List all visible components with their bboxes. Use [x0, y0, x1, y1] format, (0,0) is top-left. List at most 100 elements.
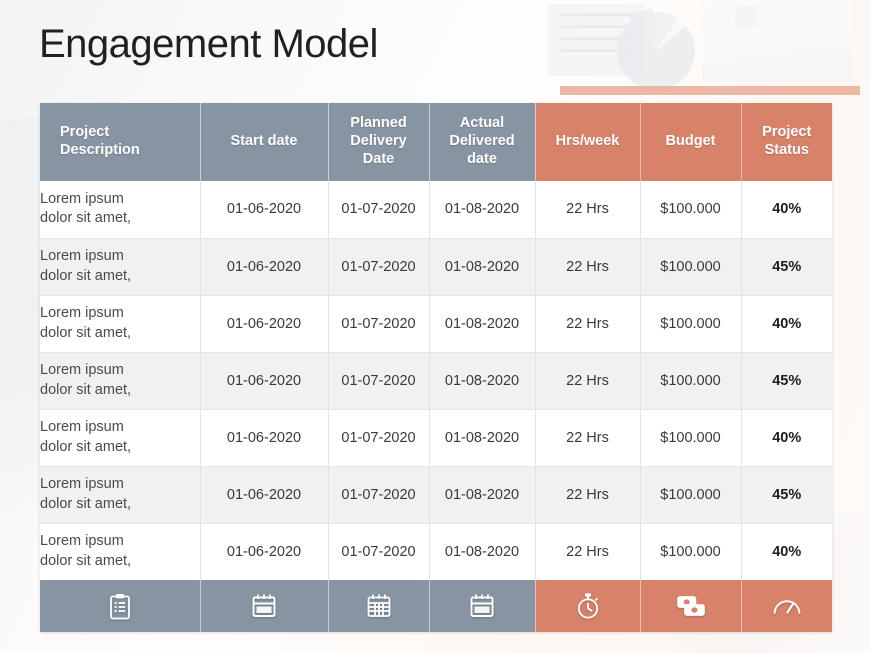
- cell-planned-delivery-date: 01-07-2020: [328, 295, 430, 353]
- footer-icon-cell-calendar-2[interactable]: [429, 580, 536, 632]
- page-title: Engagement Model: [39, 22, 378, 66]
- header-line-2: Status: [764, 142, 809, 158]
- cell-hrs-per-week: 22 Hrs: [535, 352, 641, 410]
- cell-planned-delivery-date: 01-07-2020: [328, 466, 430, 524]
- calendar-icon: [252, 594, 276, 617]
- engagement-model-table: Project Description Start date Planned D…: [40, 103, 832, 632]
- cell-project-description: Lorem ipsum dolor sit amet,: [40, 352, 201, 410]
- calendar-grid-icon: [367, 594, 390, 617]
- cell-project-description: Lorem ipsum dolor sit amet,: [40, 466, 201, 524]
- cell-planned-delivery-date: 01-07-2020: [328, 238, 430, 296]
- cell-budget: $100.000: [640, 466, 742, 524]
- cell-project-description: Lorem ipsum dolor sit amet,: [40, 295, 201, 353]
- money-stack-icon: [676, 595, 705, 616]
- cell-budget: $100.000: [640, 523, 742, 580]
- header-line-2: Delivery: [350, 133, 407, 150]
- column-header-actual-delivered-date[interactable]: Actual Delivered date: [429, 103, 536, 181]
- engagement-table-container: Project Description Start date Planned D…: [40, 103, 832, 632]
- table-row: Lorem ipsum dolor sit amet, 01-06-2020 01-0…: [40, 352, 832, 410]
- cell-actual-delivered-date: 01-08-2020: [429, 466, 536, 524]
- table-body: Lorem ipsum dolor sit amet, 01-06-2020 01-0…: [40, 181, 832, 580]
- cell-hrs-per-week: 22 Hrs: [535, 295, 641, 353]
- cell-start-date: 01-06-2020: [200, 352, 329, 410]
- header-line-1: Hrs/week: [555, 133, 620, 150]
- header-line-1: Project: [60, 124, 110, 141]
- cell-actual-delivered-date: 01-08-2020: [429, 238, 536, 296]
- cell-actual-delivered-date: 01-08-2020: [429, 352, 536, 410]
- column-header-planned-delivery-date[interactable]: Planned Delivery Date: [328, 103, 430, 181]
- column-header-budget[interactable]: Budget: [640, 103, 742, 181]
- stopwatch-icon: [577, 593, 598, 619]
- clipboard-icon: [109, 593, 130, 619]
- cell-start-date: 01-06-2020: [200, 181, 329, 239]
- cell-actual-delivered-date: 01-08-2020: [429, 409, 536, 467]
- cell-hrs-per-week: 22 Hrs: [535, 181, 641, 239]
- cell-project-description: Lorem ipsum dolor sit amet,: [40, 181, 201, 239]
- cell-actual-delivered-date: 01-08-2020: [429, 295, 536, 353]
- header-line-1: Project: [762, 124, 812, 141]
- cell-hrs-per-week: 22 Hrs: [535, 238, 641, 296]
- cell-budget: $100.000: [640, 295, 742, 353]
- column-header-project-status[interactable]: Project Status: [741, 103, 832, 181]
- column-header-hrs-per-week[interactable]: Hrs/week: [535, 103, 641, 181]
- header-row: Project Description Start date Planned D…: [40, 103, 832, 181]
- cell-hrs-per-week: 22 Hrs: [535, 466, 641, 524]
- description-line-1: Lorem ipsum: [40, 475, 124, 492]
- footer-icon-cell-calendar[interactable]: [200, 580, 329, 632]
- cell-project-description: Lorem ipsum dolor sit amet,: [40, 409, 201, 467]
- footer-icon-cell-gauge[interactable]: [741, 580, 832, 632]
- calendar-icon-2: [470, 594, 494, 617]
- cell-hrs-per-week: 22 Hrs: [535, 523, 641, 580]
- header-line-2: Description: [60, 142, 140, 158]
- cell-start-date: 01-06-2020: [200, 238, 329, 296]
- cell-project-status: 40%: [741, 181, 832, 239]
- cell-start-date: 01-06-2020: [200, 466, 329, 524]
- description-line-1: Lorem ipsum: [40, 304, 124, 321]
- cell-planned-delivery-date: 01-07-2020: [328, 409, 430, 467]
- cell-planned-delivery-date: 01-07-2020: [328, 523, 430, 580]
- table-footer-icon-row: [40, 580, 832, 632]
- cell-budget: $100.000: [640, 409, 742, 467]
- column-header-start-date[interactable]: Start date: [200, 103, 329, 181]
- description-line-2: dolor sit amet,: [40, 267, 132, 284]
- table-header: Project Description Start date Planned D…: [40, 103, 832, 181]
- gauge-icon: [773, 600, 801, 614]
- footer-icon-cell-calendar-grid[interactable]: [328, 580, 430, 632]
- header-line-1: Actual: [459, 115, 505, 132]
- cell-planned-delivery-date: 01-07-2020: [328, 181, 430, 239]
- cell-project-description: Lorem ipsum dolor sit amet,: [40, 523, 201, 580]
- cell-start-date: 01-06-2020: [200, 295, 329, 353]
- cell-project-description: Lorem ipsum dolor sit amet,: [40, 238, 201, 296]
- description-line-2: dolor sit amet,: [40, 210, 132, 227]
- header-line-1: Start date: [230, 133, 298, 150]
- description-line-2: dolor sit amet,: [40, 495, 132, 512]
- cell-project-status: 40%: [741, 523, 832, 580]
- cell-project-status: 40%: [741, 295, 832, 353]
- column-header-project-description[interactable]: Project Description: [40, 103, 201, 181]
- cell-start-date: 01-06-2020: [200, 409, 329, 467]
- table-row: Lorem ipsum dolor sit amet, 01-06-2020 01-0…: [40, 238, 832, 296]
- header-line-3: Date: [362, 150, 395, 167]
- description-line-1: Lorem ipsum: [40, 418, 124, 435]
- cell-start-date: 01-06-2020: [200, 523, 329, 580]
- table-row: Lorem ipsum dolor sit amet, 01-06-2020 01-0…: [40, 466, 832, 524]
- cell-project-status: 45%: [741, 238, 832, 296]
- header-line-1: Budget: [665, 133, 716, 150]
- footer-icon-cell-money-stack[interactable]: [640, 580, 742, 632]
- footer-icon-cell-clipboard[interactable]: [40, 580, 201, 632]
- cell-budget: $100.000: [640, 352, 742, 410]
- cell-budget: $100.000: [640, 181, 742, 239]
- description-line-1: Lorem ipsum: [40, 533, 124, 550]
- cell-project-status: 45%: [741, 466, 832, 524]
- table-row: Lorem ipsum dolor sit amet, 01-06-2020 01-0…: [40, 523, 832, 580]
- description-line-1: Lorem ipsum: [40, 361, 124, 378]
- footer-icon-cell-stopwatch[interactable]: [535, 580, 641, 632]
- cell-planned-delivery-date: 01-07-2020: [328, 352, 430, 410]
- cell-hrs-per-week: 22 Hrs: [535, 409, 641, 467]
- cell-actual-delivered-date: 01-08-2020: [429, 523, 536, 580]
- header-line-2: Delivered: [449, 133, 515, 150]
- cell-project-status: 40%: [741, 409, 832, 467]
- table-row: Lorem ipsum dolor sit amet, 01-06-2020 01-0…: [40, 409, 832, 467]
- description-line-1: Lorem ipsum: [40, 190, 124, 207]
- table-row: Lorem ipsum dolor sit amet, 01-06-2020 01-0…: [40, 181, 832, 239]
